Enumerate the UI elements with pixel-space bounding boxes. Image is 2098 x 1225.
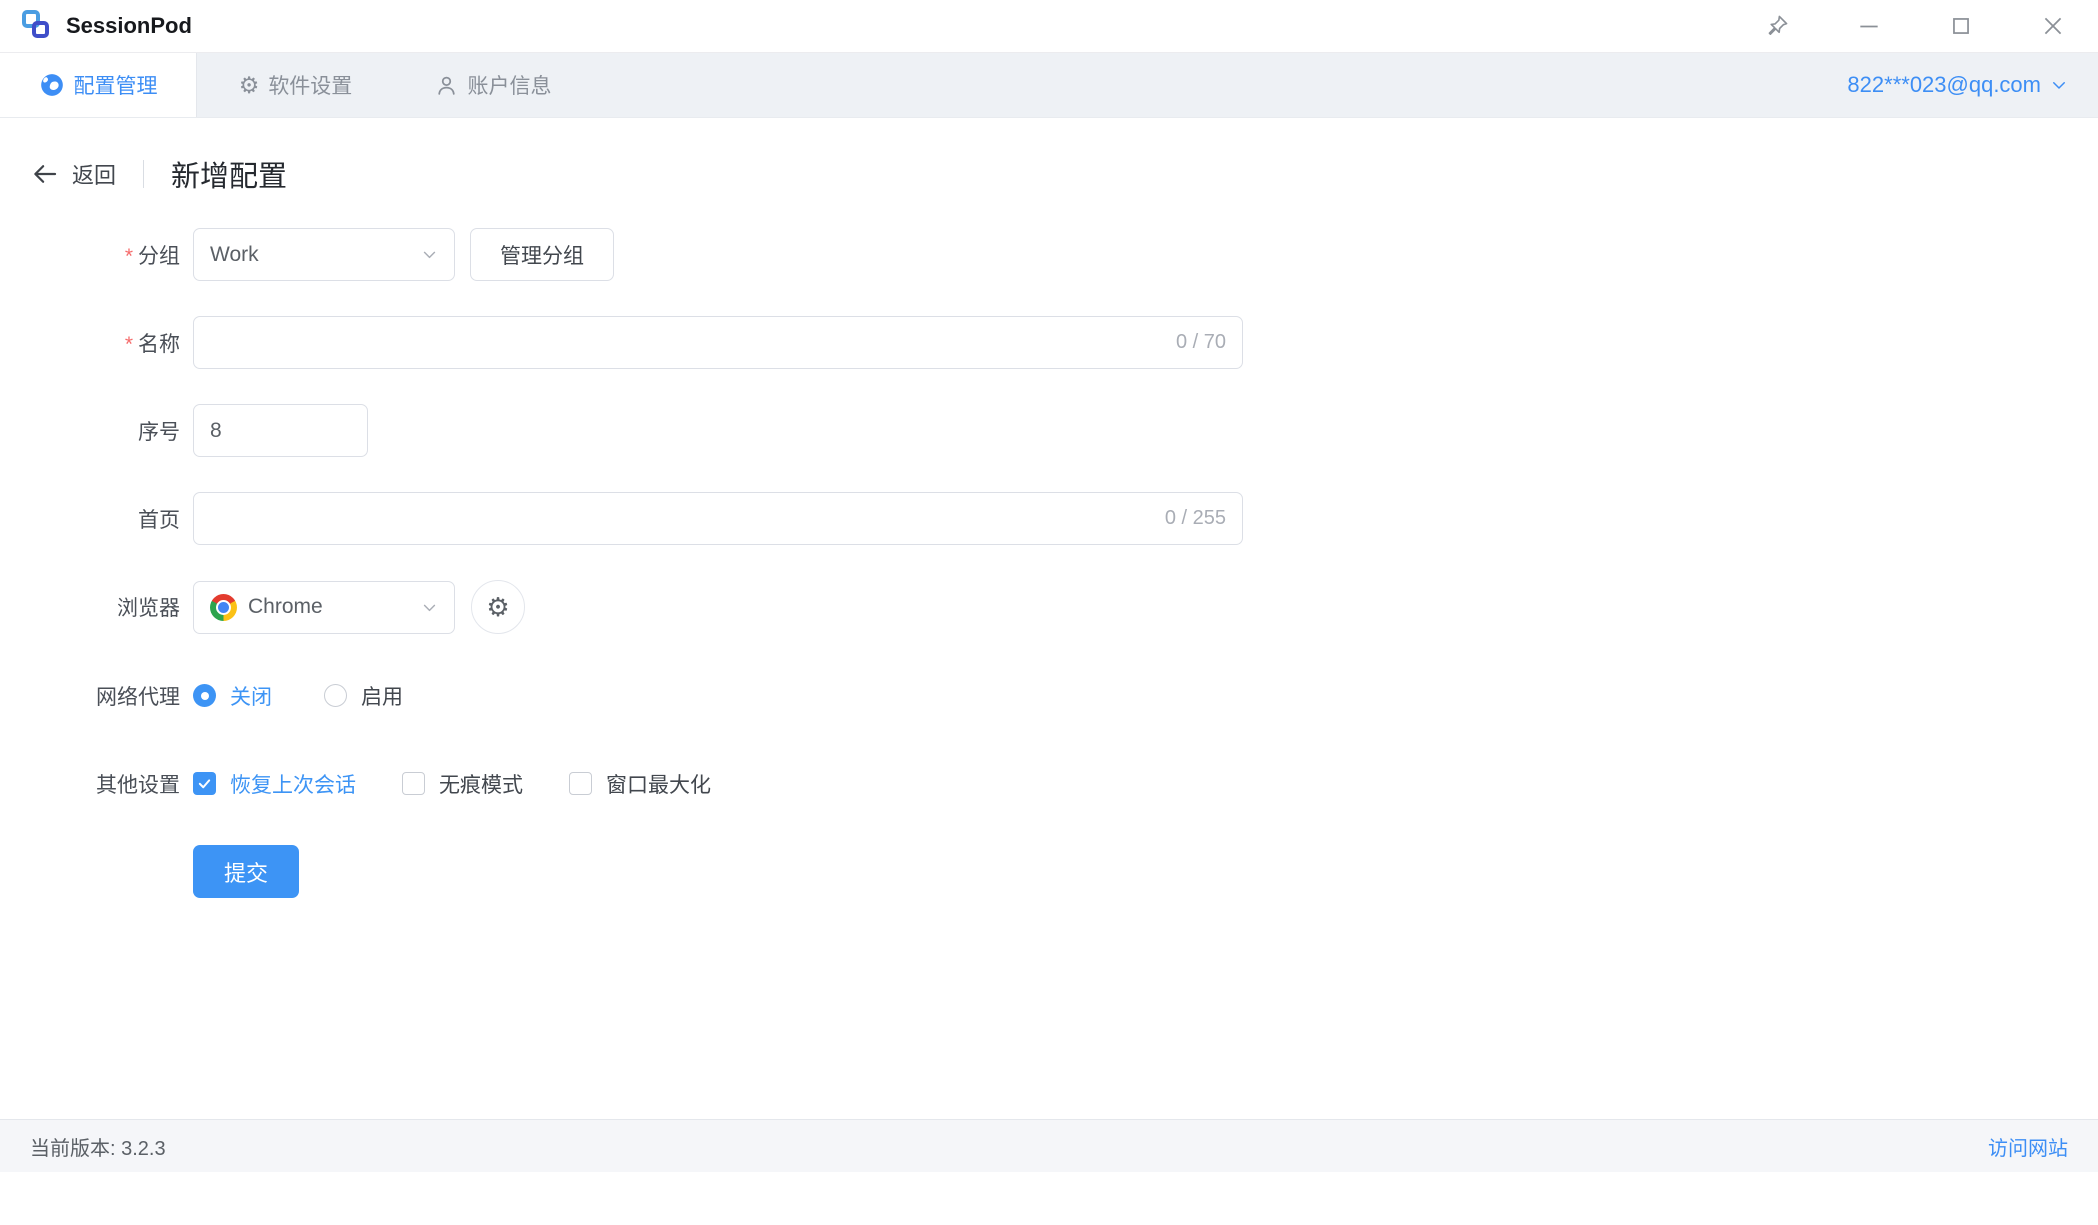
pin-button[interactable] — [1762, 11, 1792, 41]
tab-software-settings[interactable]: ⚙ 软件设置 — [197, 53, 394, 117]
close-button[interactable] — [2038, 11, 2068, 41]
page-header: 返回 新增配置 — [0, 118, 2098, 196]
other-settings-label: 其他设置 — [0, 769, 180, 799]
tab-label: 账户信息 — [468, 70, 552, 100]
submit-button[interactable]: 提交 — [193, 845, 299, 898]
checkbox-unchecked-icon[interactable] — [569, 772, 592, 795]
chevron-down-icon — [2050, 76, 2068, 94]
radio-unselected-icon[interactable] — [324, 684, 347, 707]
footer: 当前版本: 3.2.3 访问网站 — [0, 1119, 2098, 1172]
maximize-button[interactable] — [1946, 11, 1976, 41]
sequence-input-wrap — [193, 404, 368, 457]
tab-config-management[interactable]: 配置管理 — [0, 53, 197, 117]
form-row-submit: 提交 — [0, 845, 2098, 898]
browser-label: 浏览器 — [0, 592, 180, 622]
proxy-option-off[interactable]: 关闭 — [193, 681, 272, 711]
config-form: *分组 Work 管理分组 *名称 0 / 70 序号 — [0, 228, 2098, 898]
app-title: SessionPod — [66, 13, 192, 39]
proxy-on-label: 启用 — [361, 681, 403, 711]
incognito-mode-label: 无痕模式 — [439, 769, 523, 799]
restore-session-label: 恢复上次会话 — [230, 769, 356, 799]
chevron-down-icon — [421, 246, 438, 263]
tab-label: 配置管理 — [74, 70, 158, 100]
form-row-name: *名称 0 / 70 — [0, 316, 2098, 369]
checkbox-unchecked-icon[interactable] — [402, 772, 425, 795]
form-row-homepage: 首页 0 / 255 — [0, 492, 2098, 545]
homepage-label: 首页 — [0, 504, 180, 534]
chrome-icon — [210, 594, 237, 621]
option-incognito-mode[interactable]: 无痕模式 — [402, 769, 523, 799]
browser-settings-button[interactable]: ⚙ — [471, 580, 525, 634]
gear-icon: ⚙ — [486, 592, 509, 623]
homepage-input[interactable] — [210, 507, 1153, 531]
page-title: 新增配置 — [171, 153, 287, 195]
titlebar: SessionPod — [0, 0, 2098, 53]
back-arrow-icon — [30, 159, 60, 189]
proxy-label: 网络代理 — [0, 681, 180, 711]
close-icon — [2040, 13, 2066, 39]
name-char-counter: 0 / 70 — [1164, 331, 1226, 354]
homepage-input-wrap: 0 / 255 — [193, 492, 1243, 545]
browser-select[interactable]: Chrome — [193, 581, 455, 634]
group-label: *分组 — [0, 240, 180, 270]
name-input[interactable] — [210, 331, 1164, 355]
form-row-proxy: 网络代理 关闭 启用 — [0, 669, 2098, 722]
account-email: 822***023@qq.com — [1847, 72, 2041, 98]
back-label[interactable]: 返回 — [72, 158, 116, 190]
required-asterisk: * — [125, 333, 133, 356]
version-text: 当前版本: 3.2.3 — [30, 1132, 166, 1161]
minimize-icon — [1856, 13, 1882, 39]
logo-square-front — [32, 21, 49, 38]
option-window-maximize[interactable]: 窗口最大化 — [569, 769, 711, 799]
back-button[interactable] — [30, 159, 60, 189]
name-label: *名称 — [0, 328, 180, 358]
person-icon — [434, 73, 459, 98]
checkbox-checked-icon[interactable] — [193, 772, 216, 795]
proxy-option-on[interactable]: 启用 — [324, 681, 403, 711]
window-controls — [1762, 11, 2068, 41]
tab-bar: 配置管理 ⚙ 软件设置 账户信息 822***023@qq.com — [0, 53, 2098, 118]
globe-icon — [39, 72, 65, 98]
pin-icon — [1764, 13, 1790, 39]
minimize-button[interactable] — [1854, 11, 1884, 41]
form-row-other-settings: 其他设置 恢复上次会话 无痕模式 窗口最大化 — [0, 757, 2098, 810]
main-content: 返回 新增配置 *分组 Work 管理分组 *名称 0 / 70 — [0, 118, 2098, 1172]
proxy-off-label: 关闭 — [230, 681, 272, 711]
window-maximize-label: 窗口最大化 — [606, 769, 711, 799]
chevron-down-icon — [421, 599, 438, 616]
homepage-char-counter: 0 / 255 — [1153, 507, 1226, 530]
radio-selected-icon[interactable] — [193, 684, 216, 707]
form-row-group: *分组 Work 管理分组 — [0, 228, 2098, 281]
manage-groups-button[interactable]: 管理分组 — [470, 228, 614, 281]
form-row-browser: 浏览器 Chrome ⚙ — [0, 580, 2098, 634]
maximize-icon — [1948, 13, 1974, 39]
required-asterisk: * — [125, 245, 133, 268]
tab-account-info[interactable]: 账户信息 — [394, 53, 591, 117]
gear-icon: ⚙ — [239, 74, 260, 97]
sequence-input[interactable] — [210, 419, 351, 443]
form-row-sequence: 序号 — [0, 404, 2098, 457]
tab-label: 软件设置 — [268, 70, 352, 100]
divider — [143, 160, 144, 188]
browser-select-value: Chrome — [248, 595, 323, 619]
group-select[interactable]: Work — [193, 228, 455, 281]
group-select-value: Work — [210, 243, 259, 267]
option-restore-session[interactable]: 恢复上次会话 — [193, 769, 356, 799]
sequence-label: 序号 — [0, 416, 180, 446]
name-input-wrap: 0 / 70 — [193, 316, 1243, 369]
visit-website-link[interactable]: 访问网站 — [1988, 1132, 2068, 1161]
account-menu[interactable]: 822***023@qq.com — [1847, 53, 2098, 117]
app-logo-icon — [20, 8, 56, 44]
